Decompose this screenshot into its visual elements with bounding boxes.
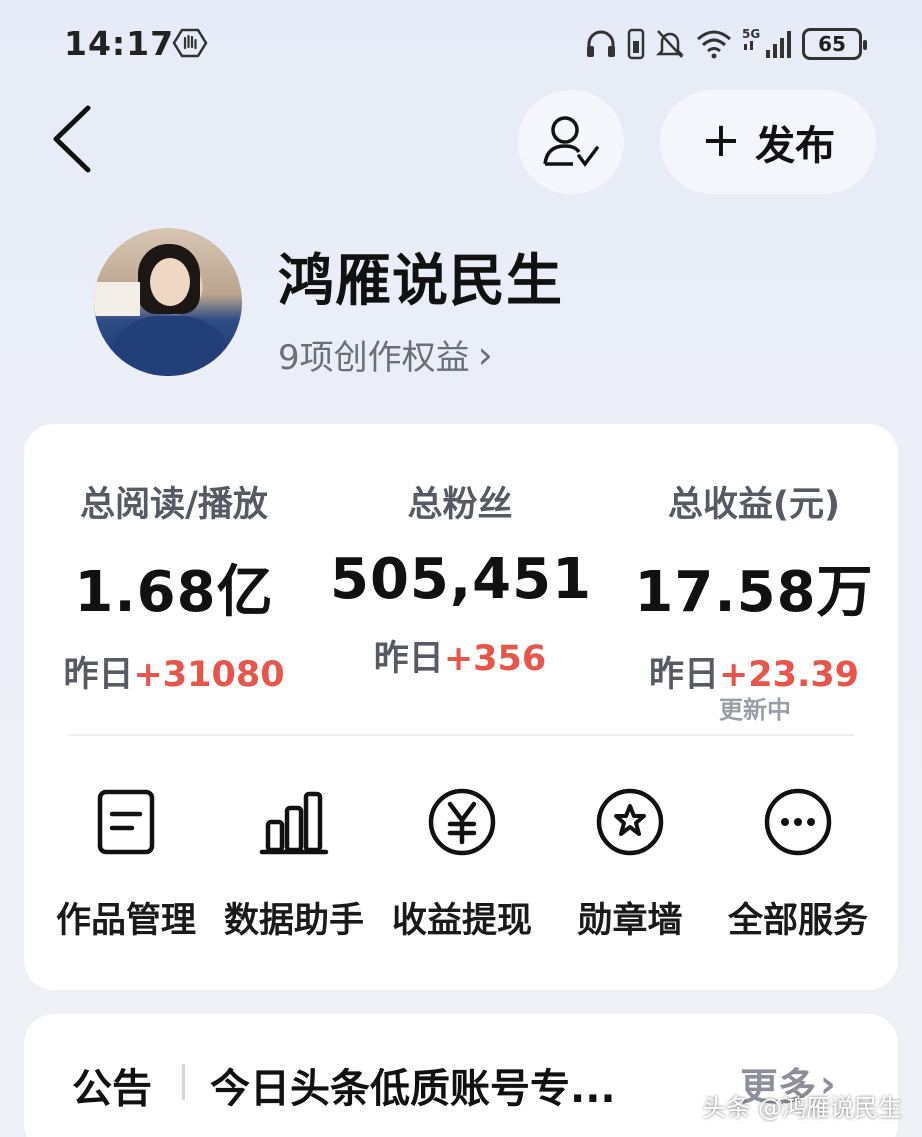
plus-icon: + [700,112,742,168]
publish-button[interactable]: + 发布 [660,90,876,194]
publish-label: 发布 [755,123,836,169]
bar-chart-icon [259,791,329,855]
service-medal-wall[interactable]: 勋章墙 [546,786,714,943]
stat-delta-prefix: 昨日 [648,655,719,695]
follow-manage-button[interactable] [518,90,624,194]
creator-rights-link[interactable]: 9项创作权益 › [278,330,493,379]
stat-value: 505,451 [330,547,593,612]
divider [68,734,854,736]
updating-label: 更新中 [719,696,791,724]
stat-label: 总收益(元) [668,485,840,525]
service-all-services[interactable]: 全部服务 [714,786,882,943]
more-icon [764,788,832,856]
stat-delta-value: +356 [443,639,547,679]
service-works-manage[interactable]: 作品管理 [42,786,210,943]
service-label: 作品管理 [55,901,196,941]
document-icon [97,789,155,855]
signal-icon: 5G [742,27,791,58]
service-label: 全部服务 [727,901,868,941]
avatar-background-sign [94,282,140,316]
back-button[interactable] [48,104,98,174]
notice-text[interactable]: 今日头条低质账号专... [210,1056,616,1114]
battery-icon: 65 [802,28,867,60]
stat-delta-prefix: 昨日 [373,639,444,679]
mute-icon [655,30,685,58]
chevron-right-icon: › [477,332,493,377]
notice-title: 公告 [72,1066,152,1112]
profile-name: 鸿雁说民生 [278,249,563,314]
hand-icon [172,28,208,58]
service-earnings-withdraw[interactable]: 收益提现 [378,786,546,943]
stat-label: 总粉丝 [407,485,513,525]
stat-delta-value: +23.39 [718,655,860,695]
status-time: 14:17 [64,24,175,63]
stat-delta-value: +31080 [133,655,285,695]
battery-level: 65 [818,32,846,56]
stat-value: 1.68亿 [74,560,274,625]
stat-total-earnings[interactable]: 总收益(元) 17.58万 昨日+23.39 [624,476,884,697]
avatar-face [150,258,190,306]
stat-total-reads[interactable]: 总阅读/播放 1.68亿 昨日+31080 [44,476,304,697]
service-data-assistant[interactable]: 数据助手 [210,786,378,943]
avatar[interactable] [94,228,242,376]
stat-total-fans[interactable]: 总粉丝 505,451 昨日+356 [330,476,593,681]
yen-icon [428,788,496,856]
notice-divider [182,1064,185,1100]
stat-delta-prefix: 昨日 [63,655,134,695]
medal-icon [596,788,664,856]
stat-delta: 昨日+31080 [44,646,304,697]
service-label: 数据助手 [223,901,364,941]
watermark: 头条 @鸿雁说民生 [702,1094,902,1122]
stats-card: 总阅读/播放 1.68亿 昨日+31080 总粉丝 505,451 昨日+356… [24,424,898,990]
chevron-left-icon [53,105,91,173]
vibrate-icon [627,28,645,60]
stat-value: 17.58万 [634,560,874,625]
avatar-body [108,316,232,376]
stat-delta: 昨日+356 [330,630,590,681]
stat-label: 总阅读/播放 [80,485,268,525]
user-check-icon [543,116,599,167]
wifi-icon [697,30,731,59]
creator-rights-text: 9项创作权益 [278,338,470,378]
status-icons: 5G 65 [584,24,867,64]
network-label: 5G [742,27,760,41]
service-label: 勋章墙 [577,901,683,941]
headphones-icon [587,30,615,57]
service-label: 收益提现 [391,901,532,941]
